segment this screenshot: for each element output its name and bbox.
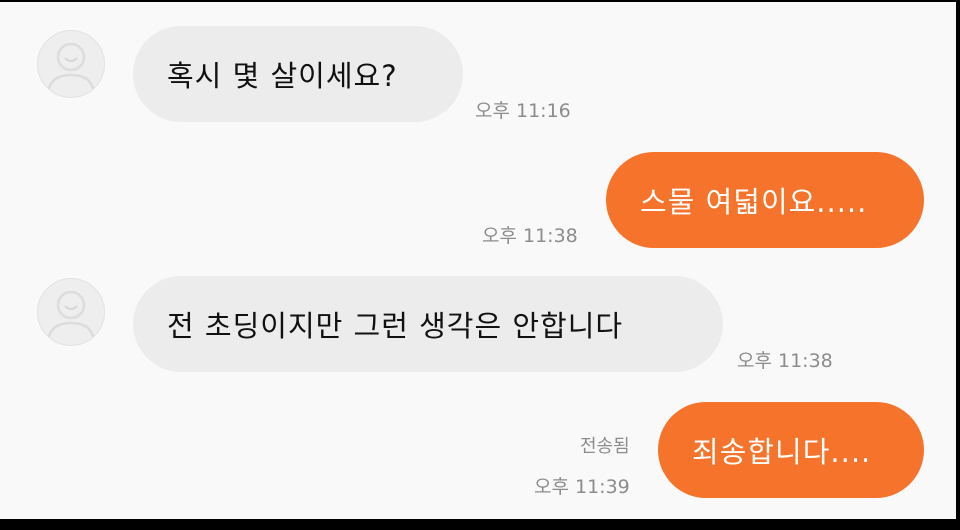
screen: 혹시 몇 살이세요? 오후 11:16 스물 여덟이요..... 오후 11:3… xyxy=(0,0,960,530)
default-profile-icon xyxy=(46,290,96,342)
avatar-default-profile-icon[interactable] xyxy=(37,30,105,98)
message-timestamp: 오후 11:39 xyxy=(534,476,630,498)
message-text: 스물 여덟이요..... xyxy=(640,185,868,219)
message-bubble-outgoing[interactable]: 스물 여덟이요..... xyxy=(606,152,924,248)
avatar-default-profile-icon[interactable] xyxy=(37,278,105,346)
sent-status: 전송됨 xyxy=(580,436,630,457)
message-text: 전 초딩이지만 그런 생각은 안합니다 xyxy=(167,309,624,343)
message-text: 혹시 몇 살이세요? xyxy=(167,59,398,93)
message-text: 죄송합니다.... xyxy=(692,435,872,469)
chat-area[interactable]: 혹시 몇 살이세요? 오후 11:16 스물 여덟이요..... 오후 11:3… xyxy=(0,2,956,519)
message-timestamp: 오후 11:38 xyxy=(482,225,578,247)
default-profile-icon xyxy=(46,42,96,94)
message-bubble-incoming[interactable]: 전 초딩이지만 그런 생각은 안합니다 xyxy=(133,276,723,372)
message-bubble-incoming[interactable]: 혹시 몇 살이세요? xyxy=(133,26,463,122)
message-timestamp: 오후 11:38 xyxy=(737,350,833,372)
message-timestamp: 오후 11:16 xyxy=(475,100,571,122)
message-bubble-outgoing[interactable]: 죄송합니다.... xyxy=(658,402,924,498)
